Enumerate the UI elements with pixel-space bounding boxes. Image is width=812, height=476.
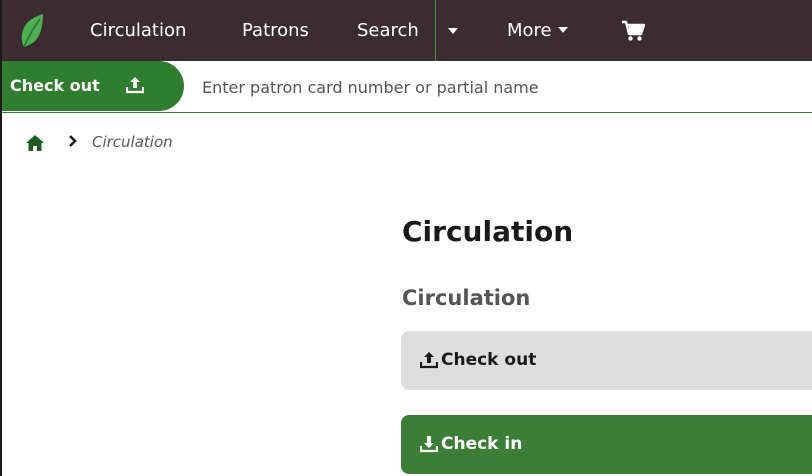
search-dropdown-toggle[interactable] [438,0,474,61]
check-out-button-label: Check out [441,350,537,370]
patron-search-bar: Check out [2,61,812,113]
chevron-right-icon [69,135,77,147]
check-in-button[interactable]: Check in [401,415,812,474]
download-icon [420,436,438,453]
upload-icon [126,77,144,94]
check-out-button[interactable]: Check out [401,331,812,390]
check-in-button-label: Check in [441,434,523,454]
check-out-tab-label: Check out [10,76,100,95]
caret-down-icon [448,28,458,34]
app-frame: Circulation Patrons Search More Check ou… [0,0,812,476]
upload-icon [420,352,438,369]
nav-more-label: More [507,20,552,41]
check-out-tab[interactable]: Check out [2,61,184,111]
home-icon[interactable] [26,135,44,151]
koha-leaf-icon[interactable] [20,14,44,48]
nav-circulation[interactable]: Circulation [90,0,186,61]
nav-patrons[interactable]: Patrons [242,0,309,61]
breadcrumb-current: Circulation [92,133,173,151]
caret-down-icon [557,27,568,33]
cart-icon[interactable] [621,20,645,42]
section-title: Circulation [402,286,531,310]
top-navbar: Circulation Patrons Search More [2,0,812,61]
nav-divider [435,0,436,61]
nav-more[interactable]: More [507,0,568,61]
nav-search[interactable]: Search [357,0,419,61]
patron-search-input[interactable] [190,65,804,109]
page-title: Circulation [402,215,574,248]
